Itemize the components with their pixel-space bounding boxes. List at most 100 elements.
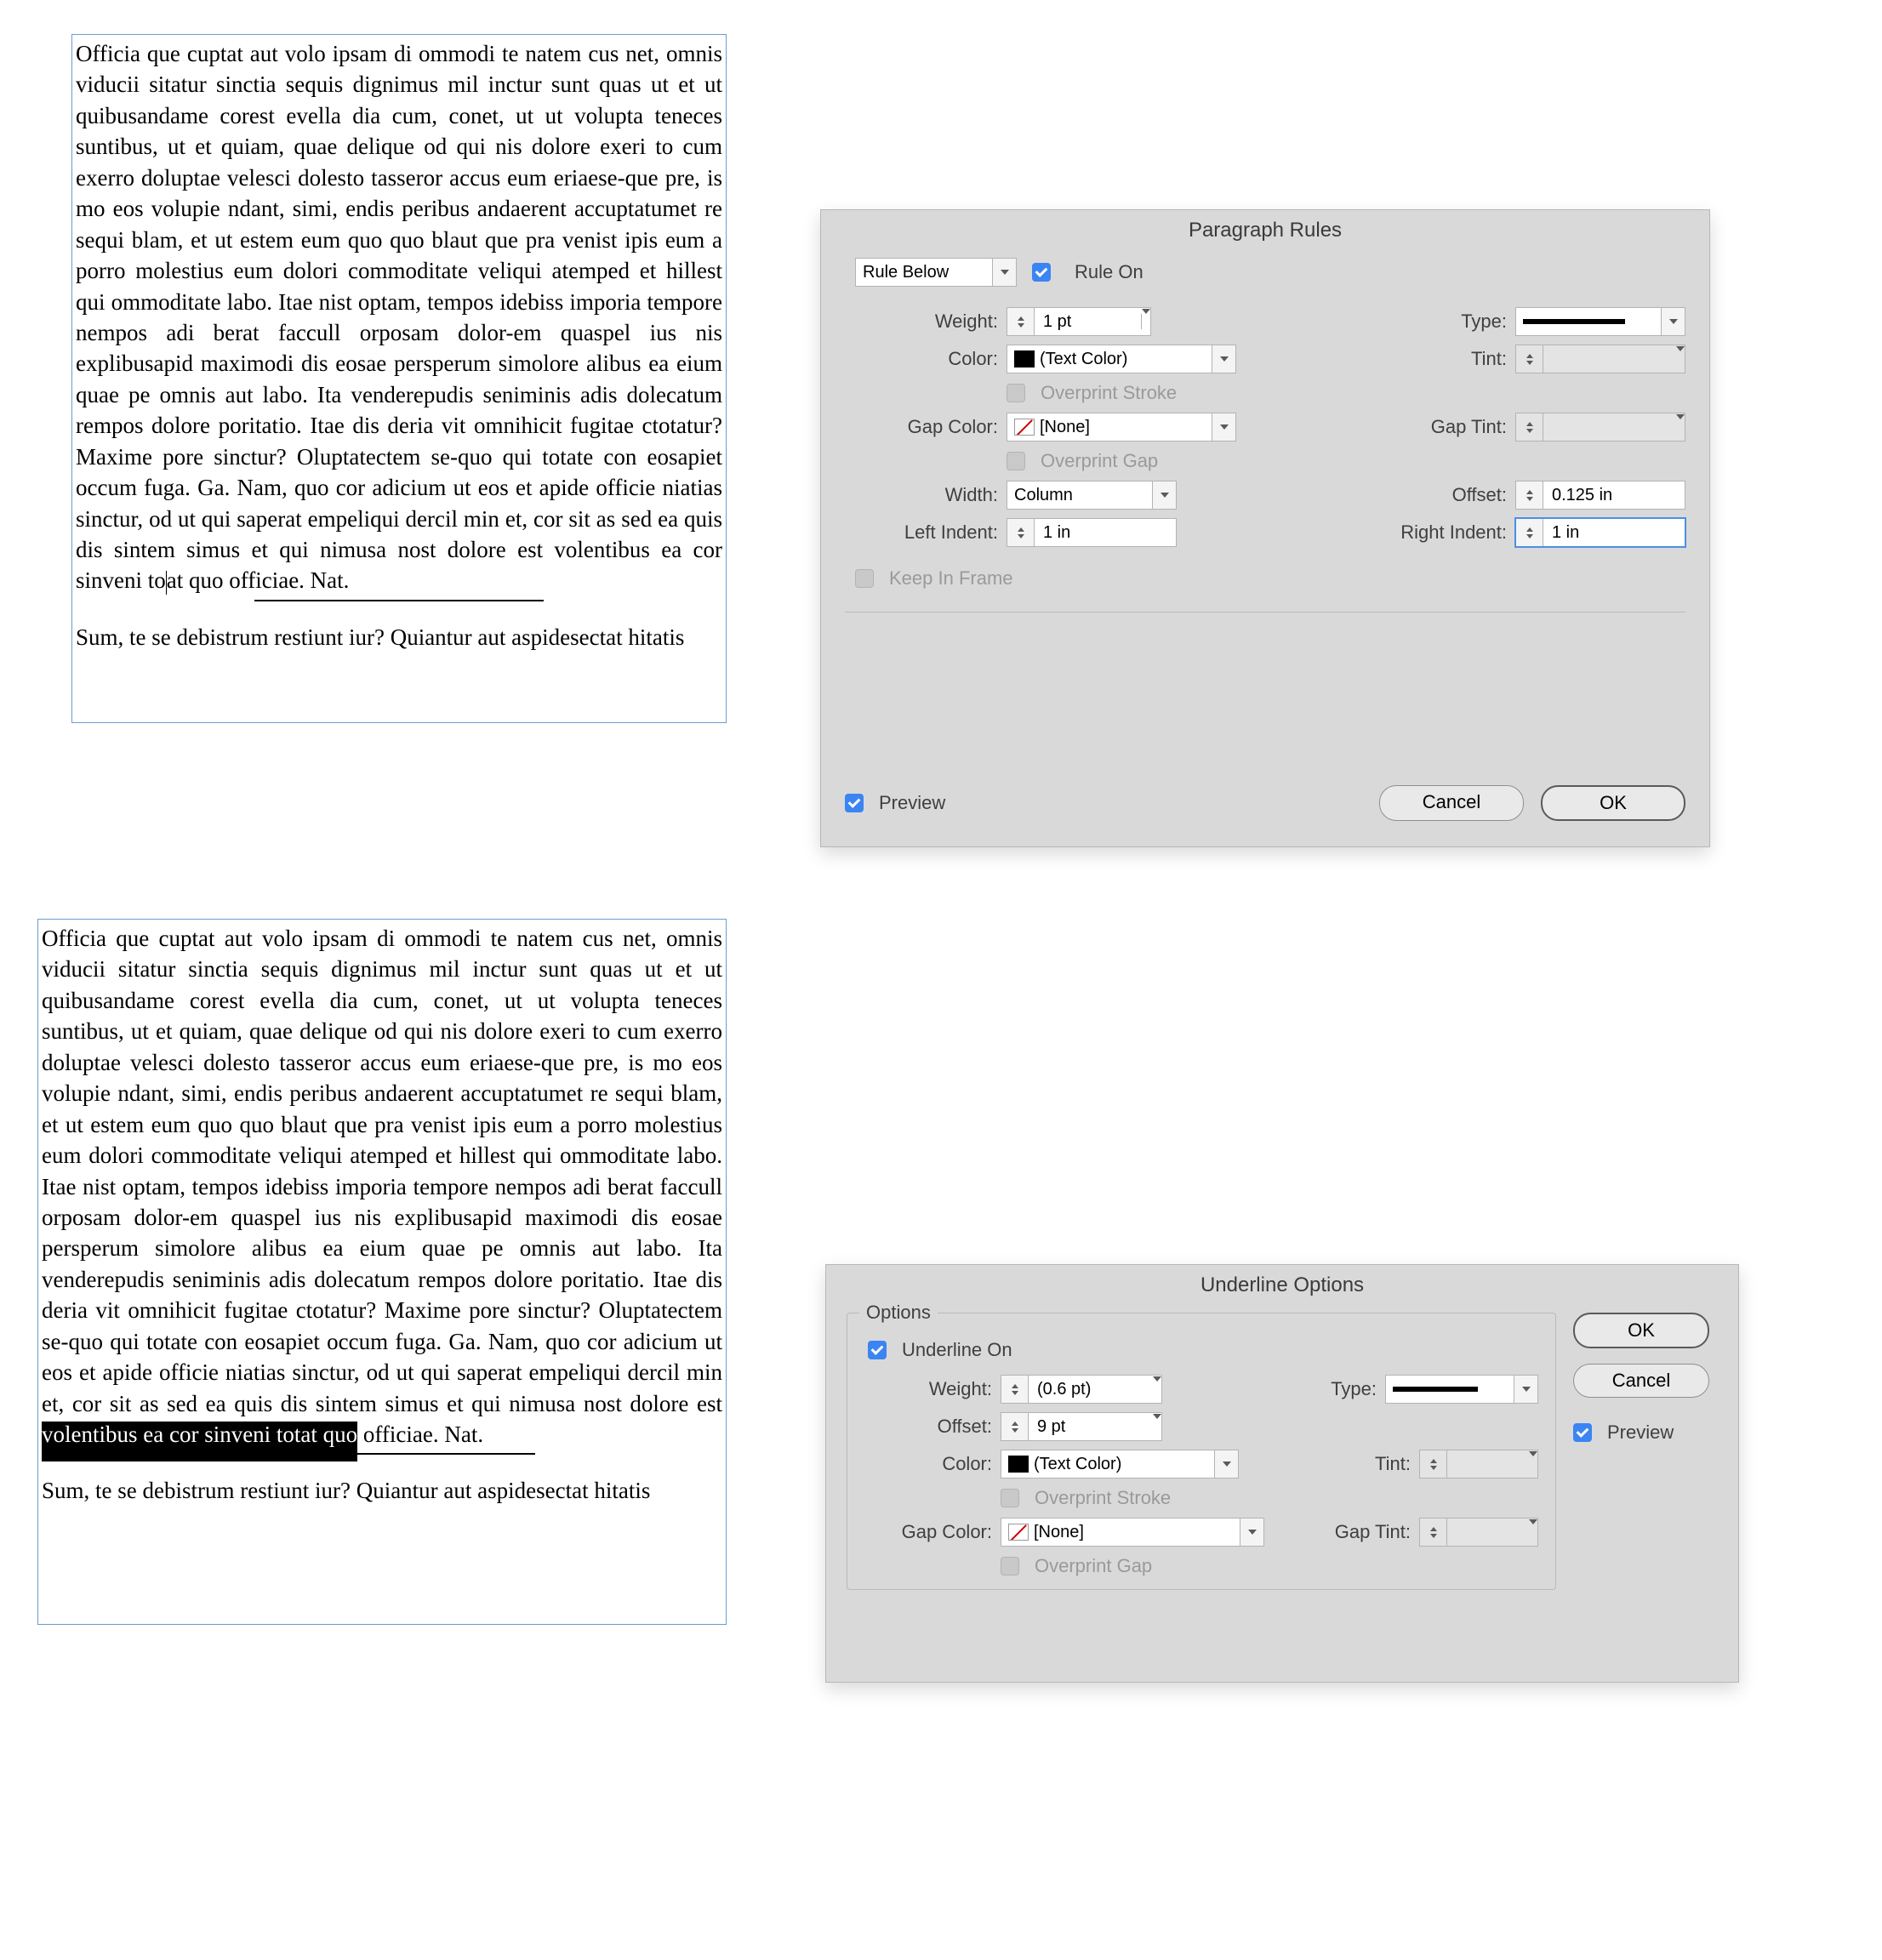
chevron-down-icon bbox=[1214, 1450, 1238, 1478]
chevron-down-icon bbox=[1529, 1456, 1537, 1472]
type-select[interactable] bbox=[1385, 1375, 1538, 1404]
text-frame-2[interactable]: Officia que cuptat aut volo ipsam di omm… bbox=[37, 919, 727, 1625]
rule-on-checkbox[interactable] bbox=[1032, 263, 1051, 282]
type-label: Type: bbox=[1413, 311, 1507, 333]
left-indent-stepper[interactable]: 1 in bbox=[1007, 518, 1177, 547]
overprint-stroke-checkbox bbox=[1007, 384, 1025, 402]
chevron-down-icon bbox=[1676, 351, 1685, 367]
chevron-down-icon bbox=[1514, 1376, 1537, 1403]
paragraph-1[interactable]: Officia que cuptat aut volo ipsam di omm… bbox=[76, 38, 722, 596]
chevron-down-icon bbox=[1152, 481, 1176, 509]
cancel-button[interactable]: Cancel bbox=[1379, 785, 1524, 821]
overprint-stroke-label: Overprint Stroke bbox=[1041, 382, 1177, 404]
chevron-down-icon bbox=[1141, 314, 1150, 329]
para-text: Officia que cuptat aut volo ipsam di omm… bbox=[42, 926, 722, 1416]
weight-label: Weight: bbox=[845, 311, 998, 333]
chevron-down-icon bbox=[1661, 308, 1685, 335]
color-label: Color: bbox=[845, 348, 998, 370]
overprint-stroke-label: Overprint Stroke bbox=[1035, 1487, 1171, 1509]
color-value: (Text Color) bbox=[1034, 1455, 1121, 1474]
chevron-down-icon bbox=[1153, 1419, 1161, 1434]
preview-label: Preview bbox=[879, 792, 945, 814]
gap-color-select[interactable]: [None] bbox=[1001, 1518, 1264, 1547]
underline-options-dialog: Underline Options Options Underline On W… bbox=[825, 1264, 1739, 1683]
ok-button[interactable]: OK bbox=[1541, 785, 1685, 821]
stepper-arrows-icon bbox=[1516, 345, 1543, 373]
underline-on-checkbox[interactable] bbox=[868, 1341, 887, 1359]
weight-value: 1 pt bbox=[1035, 312, 1141, 332]
stepper-arrows-icon bbox=[1516, 481, 1543, 509]
type-select[interactable] bbox=[1515, 307, 1685, 336]
paragraph-1[interactable]: Officia que cuptat aut volo ipsam di omm… bbox=[42, 923, 722, 1450]
offset-value: 9 pt bbox=[1029, 1417, 1153, 1437]
gap-color-value: [None] bbox=[1040, 418, 1090, 437]
color-label: Color: bbox=[864, 1453, 992, 1475]
paragraph-rule-below bbox=[254, 600, 544, 601]
paragraph-2[interactable]: Sum, te se debistrum restiunt iur? Quian… bbox=[76, 622, 722, 652]
cancel-button[interactable]: Cancel bbox=[1573, 1364, 1709, 1398]
left-indent-value: 1 in bbox=[1035, 523, 1176, 543]
gap-tint-stepper bbox=[1419, 1518, 1538, 1547]
selected-underlined-text[interactable]: volentibus ea cor sinveni totat quo bbox=[42, 1422, 357, 1461]
weight-stepper[interactable]: 1 pt bbox=[1007, 307, 1151, 336]
color-select[interactable]: (Text Color) bbox=[1007, 345, 1236, 373]
dialog-title: Underline Options bbox=[826, 1265, 1738, 1313]
stepper-arrows-icon bbox=[1420, 1518, 1447, 1546]
right-indent-stepper[interactable]: 1 in bbox=[1515, 518, 1685, 547]
gap-tint-stepper bbox=[1515, 413, 1685, 442]
weight-label: Weight: bbox=[864, 1378, 992, 1400]
stepper-arrows-icon bbox=[1007, 519, 1035, 546]
chevron-down-icon bbox=[992, 259, 1016, 286]
chevron-down-icon bbox=[1529, 1524, 1537, 1540]
text-frame-1[interactable]: Officia que cuptat aut volo ipsam di omm… bbox=[71, 34, 727, 723]
color-value: (Text Color) bbox=[1040, 350, 1127, 369]
overprint-gap-checkbox bbox=[1001, 1557, 1019, 1575]
offset-label: Offset: bbox=[1388, 484, 1507, 506]
underline-on-label: Underline On bbox=[902, 1339, 1012, 1361]
offset-stepper[interactable]: 9 pt bbox=[1001, 1412, 1162, 1441]
stepper-arrows-icon bbox=[1001, 1376, 1029, 1403]
tint-stepper[interactable] bbox=[1419, 1450, 1538, 1479]
tint-stepper[interactable] bbox=[1515, 345, 1685, 373]
gap-color-label: Gap Color: bbox=[864, 1521, 992, 1543]
chevron-down-icon bbox=[1153, 1382, 1161, 1397]
weight-stepper[interactable]: (0.6 pt) bbox=[1001, 1375, 1162, 1404]
color-select[interactable]: (Text Color) bbox=[1001, 1450, 1239, 1479]
tint-label: Tint: bbox=[1413, 348, 1507, 370]
preview-label: Preview bbox=[1607, 1422, 1674, 1444]
preview-checkbox[interactable] bbox=[845, 794, 864, 812]
width-value: Column bbox=[1014, 486, 1073, 505]
overprint-gap-checkbox bbox=[1007, 452, 1025, 470]
keep-in-frame-label: Keep In Frame bbox=[889, 567, 1013, 590]
stepper-arrows-icon bbox=[1001, 1413, 1029, 1440]
overprint-gap-label: Overprint Gap bbox=[1035, 1555, 1152, 1577]
width-label: Width: bbox=[845, 484, 998, 506]
dialog-title: Paragraph Rules bbox=[821, 210, 1709, 258]
overprint-stroke-checkbox bbox=[1001, 1489, 1019, 1507]
stroke-type-preview bbox=[1393, 1387, 1478, 1392]
gap-color-select[interactable]: [None] bbox=[1007, 413, 1236, 442]
offset-stepper[interactable]: 0.125 in bbox=[1515, 481, 1685, 510]
chevron-down-icon bbox=[1676, 419, 1685, 435]
rule-position-select[interactable]: Rule Below bbox=[855, 258, 1017, 287]
left-indent-label: Left Indent: bbox=[845, 521, 998, 544]
overprint-gap-label: Overprint Gap bbox=[1041, 450, 1158, 472]
ok-button[interactable]: OK bbox=[1573, 1313, 1709, 1348]
width-select[interactable]: Column bbox=[1007, 481, 1177, 510]
para-text-tail: at quo officiae. Nat. bbox=[167, 567, 350, 593]
gap-color-label: Gap Color: bbox=[845, 416, 998, 438]
options-panel: Options Underline On Weight: (0.6 pt) Ty… bbox=[847, 1313, 1556, 1590]
stroke-type-preview bbox=[1523, 319, 1625, 324]
chevron-down-icon bbox=[1240, 1518, 1263, 1546]
preview-checkbox[interactable] bbox=[1573, 1423, 1592, 1442]
color-swatch-black bbox=[1014, 350, 1035, 368]
side-button-column: OK Cancel Preview bbox=[1573, 1313, 1718, 1590]
right-indent-value: 1 in bbox=[1543, 523, 1685, 543]
color-swatch-none bbox=[1014, 419, 1035, 436]
paragraph-2[interactable]: Sum, te se debistrum restiunt iur? Quian… bbox=[42, 1475, 722, 1506]
weight-value: (0.6 pt) bbox=[1029, 1380, 1153, 1399]
paragraph-rules-dialog: Paragraph Rules Rule Below Rule On Weigh… bbox=[820, 209, 1710, 847]
gap-color-value: [None] bbox=[1034, 1523, 1084, 1542]
para-text-tail: officiae. Nat. bbox=[357, 1422, 483, 1447]
rule-on-label: Rule On bbox=[1075, 261, 1143, 283]
